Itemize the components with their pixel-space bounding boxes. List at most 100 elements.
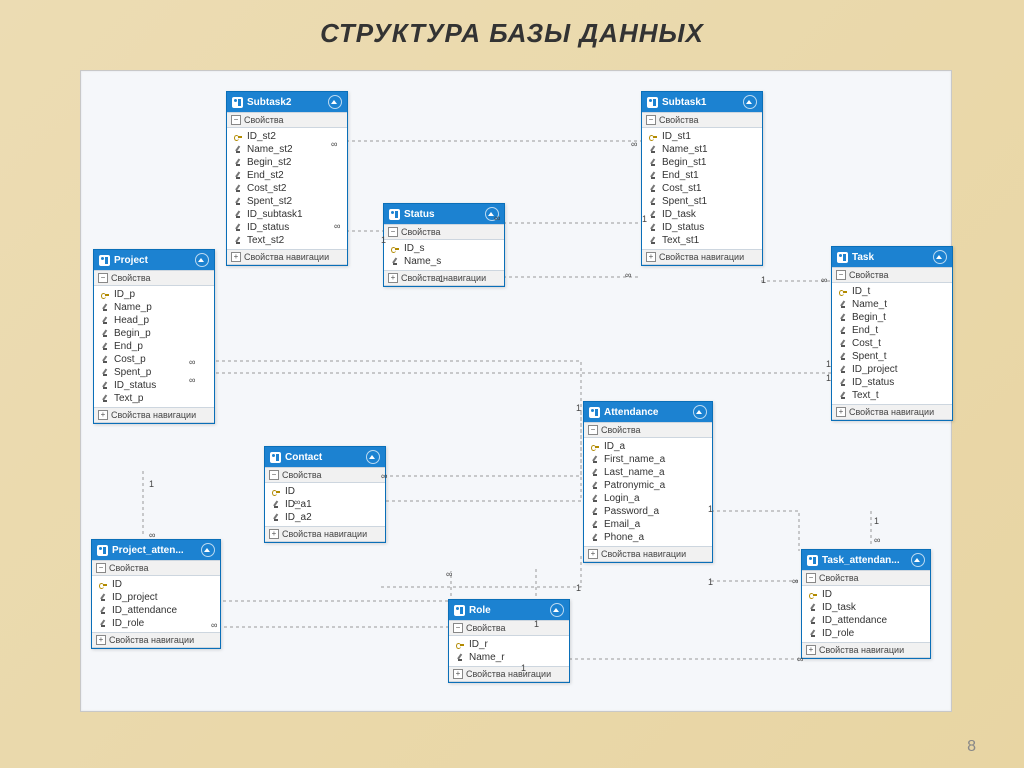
field-End_st1[interactable]: End_st1 <box>642 169 762 182</box>
field-ID[interactable]: ID <box>802 588 930 601</box>
section-nav[interactable]: +Свойства навигации <box>92 632 220 648</box>
field-Name_s[interactable]: Name_s <box>384 255 504 268</box>
field-First_name_a[interactable]: First_name_a <box>584 453 712 466</box>
collapse-icon[interactable] <box>933 250 947 264</box>
field-ID_attendance[interactable]: ID_attendance <box>92 604 220 617</box>
field-Email_a[interactable]: Email_a <box>584 518 712 531</box>
entity-task-attendan[interactable]: Task_attendan... −Свойства IDID_taskID_a… <box>801 549 931 659</box>
entity-project-atten[interactable]: Project_atten... −Свойства IDID_projectI… <box>91 539 221 649</box>
section-nav[interactable]: +Свойства навигации <box>384 270 504 286</box>
section-props[interactable]: −Свойства <box>94 270 214 286</box>
field-Spent_st1[interactable]: Spent_st1 <box>642 195 762 208</box>
section-nav[interactable]: +Свойства навигации <box>227 249 347 265</box>
section-props[interactable]: −Свойства <box>832 267 952 283</box>
section-props[interactable]: −Свойства <box>642 112 762 128</box>
section-props[interactable]: −Свойства <box>802 570 930 586</box>
field-ID_status[interactable]: ID_status <box>642 221 762 234</box>
field-ID_status[interactable]: ID_status <box>227 221 347 234</box>
field-ID_task[interactable]: ID_task <box>802 601 930 614</box>
section-props[interactable]: −Свойства <box>92 560 220 576</box>
collapse-icon[interactable] <box>485 207 499 221</box>
field-ID[interactable]: ID <box>92 578 220 591</box>
section-props[interactable]: −Свойства <box>227 112 347 128</box>
section-nav[interactable]: +Свойства навигации <box>584 546 712 562</box>
field-End_st2[interactable]: End_st2 <box>227 169 347 182</box>
field-ID_role[interactable]: ID_role <box>802 627 930 640</box>
field-ID_st2[interactable]: ID_st2 <box>227 130 347 143</box>
field-Name_t[interactable]: Name_t <box>832 298 952 311</box>
entity-subtask1[interactable]: Subtask1 −Свойства ID_st1Name_st1Begin_s… <box>641 91 763 266</box>
entity-subtask2[interactable]: Subtask2 −Свойства ID_st2Name_st2Begin_s… <box>226 91 348 266</box>
field-Login_a[interactable]: Login_a <box>584 492 712 505</box>
field-ID_role[interactable]: ID_role <box>92 617 220 630</box>
field-ID_project[interactable]: ID_project <box>832 363 952 376</box>
section-nav[interactable]: +Свойства навигации <box>642 249 762 265</box>
collapse-icon[interactable] <box>201 543 215 557</box>
field-ID_a[interactable]: ID_a <box>584 440 712 453</box>
field-ID_r[interactable]: ID_r <box>449 638 569 651</box>
field-End_t[interactable]: End_t <box>832 324 952 337</box>
collapse-icon[interactable] <box>195 253 209 267</box>
field-Phone_a[interactable]: Phone_a <box>584 531 712 544</box>
entity-status[interactable]: Status −Свойства ID_sName_s +Свойства на… <box>383 203 505 287</box>
field-Password_a[interactable]: Password_a <box>584 505 712 518</box>
entity-project[interactable]: Project −Свойства ID_pName_pHead_pBegin_… <box>93 249 215 424</box>
section-nav[interactable]: +Свойства навигации <box>832 404 952 420</box>
field-ID_attendance[interactable]: ID_attendance <box>802 614 930 627</box>
entity-contact[interactable]: Contact −Свойства IDID_a1ID_a2 +Свойства… <box>264 446 386 543</box>
field-Cost_st1[interactable]: Cost_st1 <box>642 182 762 195</box>
field-Last_name_a[interactable]: Last_name_a <box>584 466 712 479</box>
field-Cost_t[interactable]: Cost_t <box>832 337 952 350</box>
field-ID_p[interactable]: ID_p <box>94 288 214 301</box>
field-ID_status[interactable]: ID_status <box>832 376 952 389</box>
field-ID[interactable]: ID <box>265 485 385 498</box>
field-Name_p[interactable]: Name_p <box>94 301 214 314</box>
section-nav[interactable]: +Свойства навигации <box>265 526 385 542</box>
field-Spent_st2[interactable]: Spent_st2 <box>227 195 347 208</box>
field-Name_r[interactable]: Name_r <box>449 651 569 664</box>
section-nav[interactable]: +Свойства навигации <box>802 642 930 658</box>
field-Name_st2[interactable]: Name_st2 <box>227 143 347 156</box>
collapse-icon[interactable] <box>743 95 757 109</box>
field-Text_st1[interactable]: Text_st1 <box>642 234 762 247</box>
field-End_p[interactable]: End_p <box>94 340 214 353</box>
field-Spent_t[interactable]: Spent_t <box>832 350 952 363</box>
field-Name_st1[interactable]: Name_st1 <box>642 143 762 156</box>
section-props[interactable]: −Свойства <box>265 467 385 483</box>
entity-attendance[interactable]: Attendance −Свойства ID_aFirst_name_aLas… <box>583 401 713 563</box>
section-props[interactable]: −Свойства <box>384 224 504 240</box>
field-Begin_p[interactable]: Begin_p <box>94 327 214 340</box>
section-nav[interactable]: +Свойства навигации <box>94 407 214 423</box>
field-Cost_p[interactable]: Cost_p <box>94 353 214 366</box>
field-Text_t[interactable]: Text_t <box>832 389 952 402</box>
field-ID_a1[interactable]: ID_a1 <box>265 498 385 511</box>
field-ID_s[interactable]: ID_s <box>384 242 504 255</box>
collapse-icon[interactable] <box>550 603 564 617</box>
field-Text_p[interactable]: Text_p <box>94 392 214 405</box>
section-props[interactable]: −Свойства <box>584 422 712 438</box>
collapse-icon[interactable] <box>328 95 342 109</box>
collapse-icon[interactable] <box>693 405 707 419</box>
field-Cost_st2[interactable]: Cost_st2 <box>227 182 347 195</box>
field-Begin_st2[interactable]: Begin_st2 <box>227 156 347 169</box>
field-ID_st1[interactable]: ID_st1 <box>642 130 762 143</box>
field-Patronymic_a[interactable]: Patronymic_a <box>584 479 712 492</box>
collapse-icon[interactable] <box>366 450 380 464</box>
field-ID_project[interactable]: ID_project <box>92 591 220 604</box>
field-ID_subtask1[interactable]: ID_subtask1 <box>227 208 347 221</box>
entity-task[interactable]: Task −Свойства ID_tName_tBegin_tEnd_tCos… <box>831 246 953 421</box>
field-Begin_t[interactable]: Begin_t <box>832 311 952 324</box>
field-label: ID_a <box>604 441 625 452</box>
field-ID_status[interactable]: ID_status <box>94 379 214 392</box>
field-ID_task[interactable]: ID_task <box>642 208 762 221</box>
field-Head_p[interactable]: Head_p <box>94 314 214 327</box>
field-ID_t[interactable]: ID_t <box>832 285 952 298</box>
field-Begin_st1[interactable]: Begin_st1 <box>642 156 762 169</box>
field-Text_st2[interactable]: Text_st2 <box>227 234 347 247</box>
field-ID_a2[interactable]: ID_a2 <box>265 511 385 524</box>
field-Spent_p[interactable]: Spent_p <box>94 366 214 379</box>
entity-role[interactable]: Role −Свойства ID_rName_r +Свойства нави… <box>448 599 570 683</box>
section-props[interactable]: −Свойства <box>449 620 569 636</box>
section-nav[interactable]: +Свойства навигации <box>449 666 569 682</box>
collapse-icon[interactable] <box>911 553 925 567</box>
